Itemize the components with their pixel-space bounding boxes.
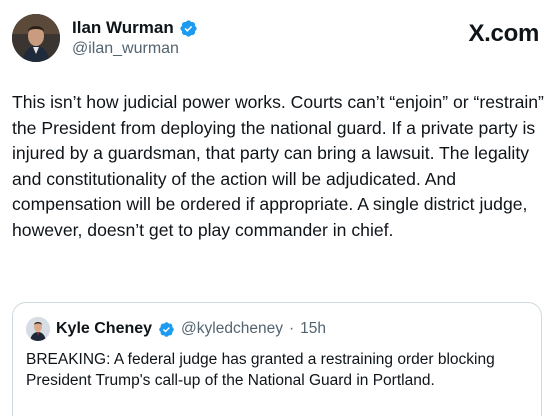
quoted-author-handle[interactable]: @kyledcheney xyxy=(181,320,283,338)
author-name[interactable]: Ilan Wurman xyxy=(72,18,174,38)
quoted-author-name[interactable]: Kyle Cheney xyxy=(56,320,152,338)
post-text: This isn’t how judicial power works. Cou… xyxy=(12,92,544,240)
verified-badge-icon xyxy=(179,19,198,38)
quoted-post-text: BREAKING: A federal judge has granted a … xyxy=(26,351,495,389)
quoted-timestamp[interactable]: 15h xyxy=(300,320,326,338)
author-name-row: Ilan Wurman xyxy=(72,18,198,38)
author-avatar-image xyxy=(12,14,60,62)
separator-dot: · xyxy=(288,320,295,337)
author-avatar[interactable] xyxy=(12,14,60,62)
quoted-author-avatar-image xyxy=(26,317,50,341)
author-handle[interactable]: @ilan_wurman xyxy=(72,40,179,58)
quoted-post-card[interactable]: Kyle Cheney @kyledcheney · 15h BREAKING:… xyxy=(12,302,542,416)
verified-badge-icon xyxy=(158,321,175,338)
post-header: Ilan Wurman @ilan_wurman X.com xyxy=(12,12,541,64)
brand-label: X.com xyxy=(468,20,539,47)
quoted-author-avatar xyxy=(26,317,50,341)
quoted-post-header: Kyle Cheney @kyledcheney · 15h xyxy=(26,317,326,341)
